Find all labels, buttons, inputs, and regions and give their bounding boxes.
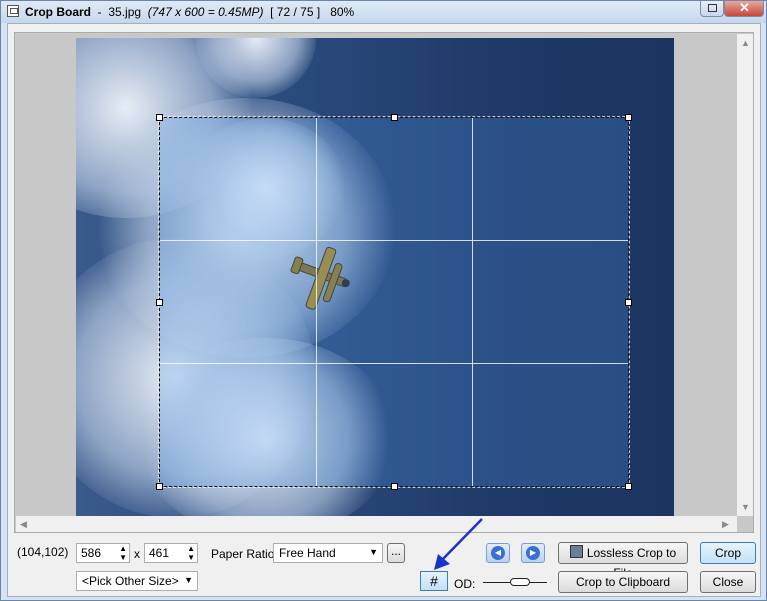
spinner-arrows-icon[interactable]: ▲ ▼ bbox=[187, 544, 195, 562]
scroll-left-icon[interactable]: ◀ bbox=[20, 519, 27, 530]
crop-handle-bottom[interactable] bbox=[391, 483, 398, 490]
grid-line-horizontal bbox=[160, 240, 628, 241]
restore-button[interactable] bbox=[700, 1, 724, 17]
size-separator: x bbox=[134, 547, 140, 561]
od-slider-thumb[interactable] bbox=[510, 578, 530, 586]
crop-handle-bottom-left[interactable] bbox=[156, 483, 163, 490]
crop-selection[interactable] bbox=[156, 114, 632, 490]
height-spinner[interactable]: 461 ▲ ▼ bbox=[144, 543, 198, 563]
coordinates-readout: (104,102) bbox=[17, 545, 69, 559]
grid-line-horizontal bbox=[160, 363, 628, 364]
image-viewport[interactable]: ▲ ▼ ◀ ▶ bbox=[14, 32, 754, 533]
paper-ratio-label: Paper Ratio: bbox=[211, 547, 278, 561]
scroll-down-icon[interactable]: ▼ bbox=[741, 502, 750, 512]
pointer-arrow-annotation bbox=[434, 518, 483, 570]
close-button[interactable]: Close bbox=[700, 571, 756, 593]
next-icon: ▶ bbox=[526, 546, 540, 560]
height-value: 461 bbox=[149, 546, 170, 560]
lossless-crop-button[interactable]: Lossless Crop to File bbox=[558, 542, 688, 580]
crop-handle-left[interactable] bbox=[156, 299, 163, 306]
title-index: [ 72 / 75 ] bbox=[270, 5, 321, 19]
crop-handle-top-left[interactable] bbox=[156, 114, 163, 121]
previous-icon: ◀ bbox=[491, 546, 505, 560]
restore-icon bbox=[708, 4, 717, 12]
canvas-background bbox=[16, 34, 736, 516]
spinner-arrows-icon[interactable]: ▲ ▼ bbox=[119, 544, 127, 562]
grid-line-vertical bbox=[316, 118, 317, 486]
title-file: 35.jpg bbox=[108, 5, 142, 19]
close-window-button[interactable]: ✕ bbox=[724, 0, 764, 17]
paper-ratio-value: Free Hand bbox=[279, 546, 336, 560]
title-info: (747 x 600 = 0.45MP) bbox=[147, 5, 264, 19]
vertical-scrollbar[interactable]: ▲ ▼ bbox=[737, 34, 753, 516]
scroll-up-icon[interactable]: ▲ bbox=[741, 38, 750, 48]
pick-size-select[interactable]: <Pick Other Size> ▼ bbox=[76, 571, 198, 591]
window-icon bbox=[7, 5, 19, 17]
previous-image-button[interactable]: ◀ bbox=[486, 543, 510, 563]
crop-handle-top-right[interactable] bbox=[625, 114, 632, 121]
paper-ratio-select[interactable]: Free Hand ▼ bbox=[273, 543, 383, 563]
crop-handle-bottom-right[interactable] bbox=[625, 483, 632, 490]
crop-button[interactable]: Crop bbox=[700, 542, 756, 564]
title-bar: Crop Board - 35.jpg (747 x 600 = 0.45MP)… bbox=[1, 0, 766, 23]
crop-to-clipboard-button[interactable]: Crop to Clipboard bbox=[558, 571, 688, 593]
close-icon: ✕ bbox=[739, 0, 750, 15]
scroll-right-icon[interactable]: ▶ bbox=[722, 519, 729, 530]
crop-handle-top[interactable] bbox=[391, 114, 398, 121]
paper-ratio-more-button[interactable]: ... bbox=[387, 543, 405, 563]
floppy-icon bbox=[569, 545, 583, 558]
title-app: Crop Board bbox=[25, 5, 91, 19]
grid-line-vertical bbox=[472, 118, 473, 486]
chevron-down-icon: ▼ bbox=[369, 547, 378, 557]
title-zoom: 80% bbox=[330, 5, 355, 19]
window-title: Crop Board - 35.jpg (747 x 600 = 0.45MP)… bbox=[25, 5, 355, 19]
crop-board-window: Crop Board - 35.jpg (747 x 600 = 0.45MP)… bbox=[0, 0, 767, 601]
crop-handle-right[interactable] bbox=[625, 299, 632, 306]
od-label: OD: bbox=[454, 577, 476, 591]
horizontal-scrollbar[interactable]: ◀ ▶ bbox=[16, 516, 737, 532]
chevron-down-icon: ▼ bbox=[184, 575, 193, 585]
next-image-button[interactable]: ▶ bbox=[521, 543, 545, 563]
width-value: 586 bbox=[81, 546, 102, 560]
pick-size-value: <Pick Other Size> bbox=[82, 574, 179, 588]
width-spinner[interactable]: 586 ▲ ▼ bbox=[76, 543, 130, 563]
